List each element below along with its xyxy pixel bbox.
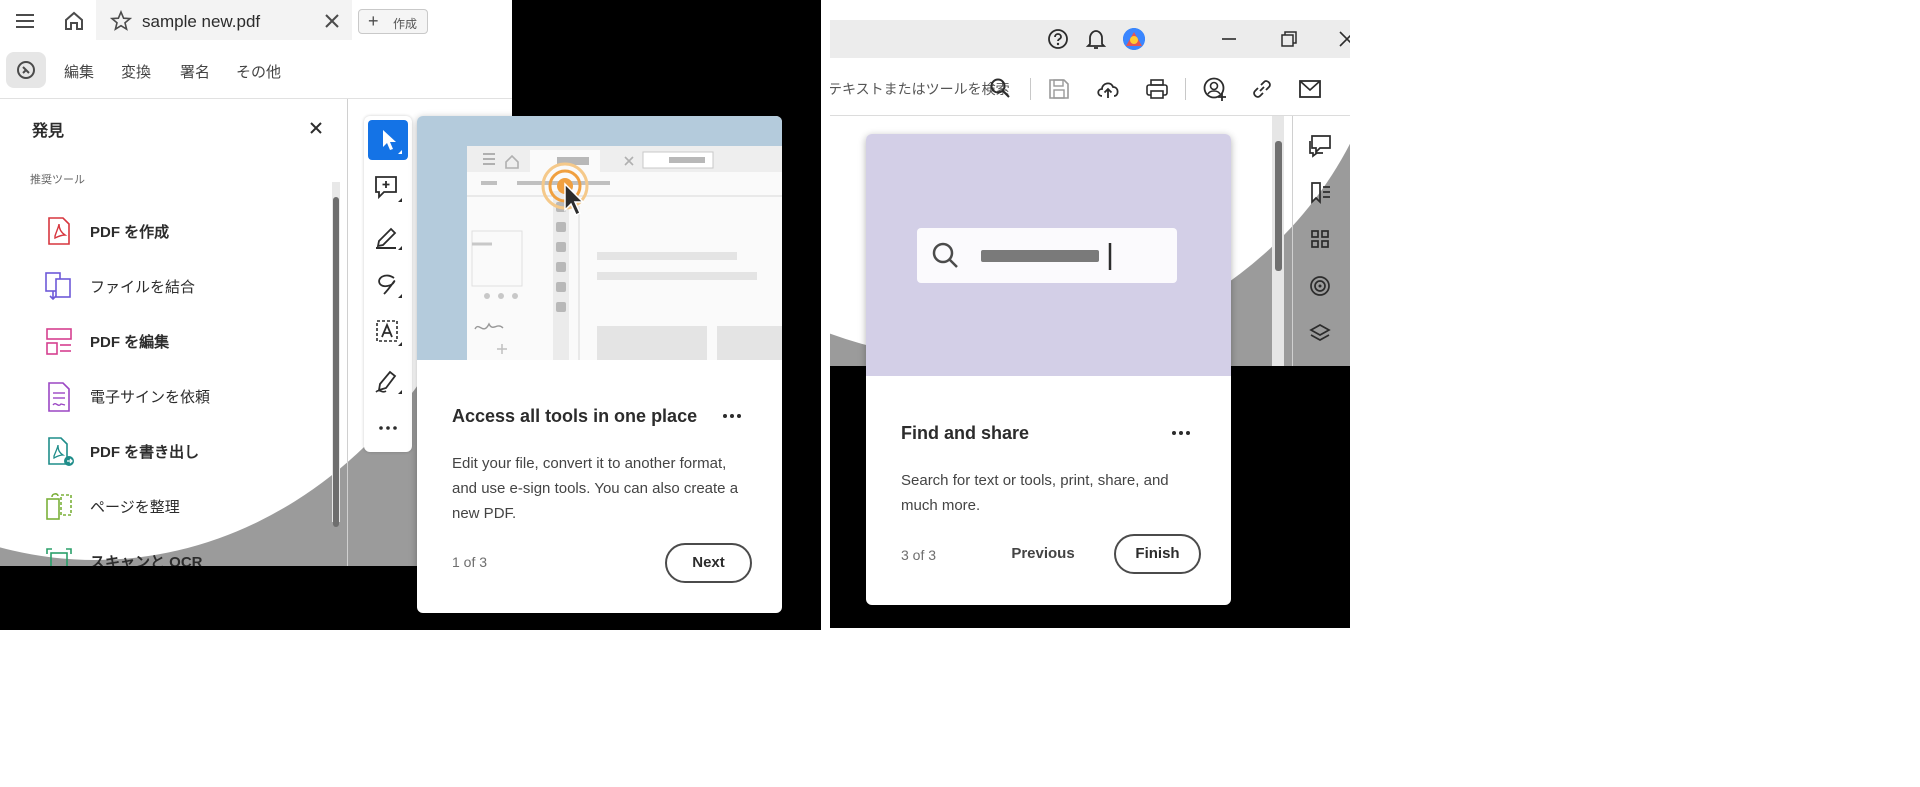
left-screenshot: sample new.pdf + 作成 編集 変換 署名 その他 発見 推奨ツー… <box>0 0 821 630</box>
tool-label: PDF を作成 <box>90 224 170 241</box>
accessibility-target-icon[interactable] <box>1308 274 1332 298</box>
menu-sign[interactable]: 署名 <box>180 61 210 82</box>
help-icon[interactable] <box>1047 28 1069 50</box>
panel-scrollbar-thumb[interactable] <box>333 197 339 527</box>
add-comment-icon[interactable] <box>372 172 404 204</box>
combine-files-icon <box>44 271 74 303</box>
print-icon[interactable] <box>1145 77 1169 101</box>
search-input[interactable]: テキストまたはツールを検索 <box>830 79 1010 99</box>
minimize-window-icon[interactable] <box>1220 30 1238 48</box>
card-title: Find and share <box>901 423 1030 443</box>
comments-panel-icon[interactable] <box>1307 133 1333 159</box>
tool-label: ページを整理 <box>90 499 180 516</box>
panel-scrollbar[interactable] <box>332 182 340 527</box>
document-scrollbar-thumb[interactable] <box>1275 141 1282 271</box>
plus-icon: + <box>368 11 379 31</box>
right-screenshot: テキストまたはツールを検索 Find and share Search for … <box>830 20 1350 628</box>
tool-scan-ocr[interactable]: スキャンと OCR <box>40 542 330 566</box>
card-more-icon[interactable] <box>720 406 744 426</box>
close-panel-icon[interactable] <box>309 121 323 135</box>
tool-combine-files[interactable]: ファイルを結合 <box>40 267 330 307</box>
restore-window-icon[interactable] <box>1280 30 1298 48</box>
card-step-counter: 3 of 3 <box>901 547 937 563</box>
close-tab-icon[interactable] <box>324 13 340 29</box>
more-tools-icon[interactable] <box>372 412 404 444</box>
close-window-icon[interactable] <box>1338 30 1350 48</box>
share-user-icon[interactable] <box>1202 76 1228 102</box>
card-illustration <box>417 116 782 360</box>
new-tab-label: 作成 <box>393 17 418 31</box>
tool-organize-pages[interactable]: ページを整理 <box>40 487 330 527</box>
menu-edit[interactable]: 編集 <box>64 61 94 82</box>
menu-more[interactable]: その他 <box>236 61 281 82</box>
edit-pdf-icon <box>44 326 74 358</box>
save-icon[interactable] <box>1047 77 1071 101</box>
user-avatar-icon[interactable] <box>1123 28 1145 50</box>
tool-edit-pdf[interactable]: PDF を編集 <box>40 322 330 362</box>
onboarding-card-tools: Access all tools in one place Edit your … <box>417 116 782 613</box>
illustration-search-box <box>917 228 1177 283</box>
search-icon[interactable] <box>989 77 1011 99</box>
layers-panel-icon[interactable] <box>1308 321 1332 345</box>
add-text-icon[interactable] <box>372 316 404 348</box>
card-step-counter: 1 of 3 <box>452 554 488 570</box>
export-pdf-icon <box>46 436 76 468</box>
new-tab-button[interactable]: + 作成 <box>358 9 428 34</box>
card-title: Access all tools in one place <box>452 406 698 426</box>
tool-label: 電子サインを依頼 <box>90 389 211 406</box>
toolbar-divider <box>1030 78 1031 100</box>
star-icon[interactable] <box>110 10 132 32</box>
onboarding-card-find-share: Find and share Search for text or tools,… <box>866 134 1231 605</box>
tool-request-esign[interactable]: 電子サインを依頼 <box>40 377 330 417</box>
tool-label: PDF を書き出し <box>90 444 200 461</box>
notifications-bell-icon[interactable] <box>1085 28 1107 50</box>
document-scrollbar[interactable] <box>1272 116 1284 366</box>
thumbnails-panel-icon[interactable] <box>1308 227 1332 251</box>
tool-label: ファイルを結合 <box>90 279 196 296</box>
organize-pages-icon <box>44 491 74 523</box>
menu-convert[interactable]: 変換 <box>121 61 151 82</box>
next-button[interactable]: Next <box>665 543 752 583</box>
hamburger-menu-icon[interactable] <box>14 11 36 31</box>
highlight-icon[interactable] <box>372 220 404 252</box>
home-icon[interactable] <box>63 11 85 31</box>
card-body: Search for text or tools, print, share, … <box>901 472 1169 514</box>
scan-ocr-icon <box>44 546 74 566</box>
upload-cloud-icon[interactable] <box>1095 76 1121 102</box>
create-pdf-icon <box>46 216 72 246</box>
card-more-icon[interactable] <box>1169 423 1193 443</box>
toolbar-divider-2 <box>1185 78 1186 100</box>
link-icon[interactable] <box>1250 77 1274 101</box>
panel-divider <box>347 99 348 566</box>
tab-title: sample new.pdf <box>142 12 261 31</box>
email-icon[interactable] <box>1298 78 1322 100</box>
draw-freehand-icon[interactable] <box>372 268 404 300</box>
sign-icon[interactable] <box>372 364 404 396</box>
previous-button[interactable]: Previous <box>998 534 1088 574</box>
tool-export-pdf[interactable]: PDF を書き出し <box>40 432 330 472</box>
tools-badge-icon[interactable] <box>6 52 46 88</box>
card-body: Edit your file, convert it to another fo… <box>452 455 739 522</box>
right-rail-divider <box>1292 116 1293 366</box>
panel-title: 発見 <box>32 123 65 140</box>
finish-button[interactable]: Finish <box>1114 534 1201 574</box>
tool-create-pdf[interactable]: PDF を作成 <box>40 212 330 252</box>
tool-label: スキャンと OCR <box>90 554 203 566</box>
card-illustration <box>866 134 1231 376</box>
quick-tools-rail <box>364 116 412 452</box>
request-esign-icon <box>46 381 72 413</box>
select-tool-icon[interactable] <box>368 120 408 160</box>
tool-label: PDF を編集 <box>90 334 170 351</box>
discover-panel: 発見 推奨ツール PDF を作成 ファイルを結合 PDF を編集 電子サインを依… <box>0 99 348 566</box>
section-label: 推奨ツール <box>30 174 85 186</box>
document-tab[interactable]: sample new.pdf <box>96 0 352 40</box>
bookmarks-panel-icon[interactable] <box>1307 180 1333 206</box>
